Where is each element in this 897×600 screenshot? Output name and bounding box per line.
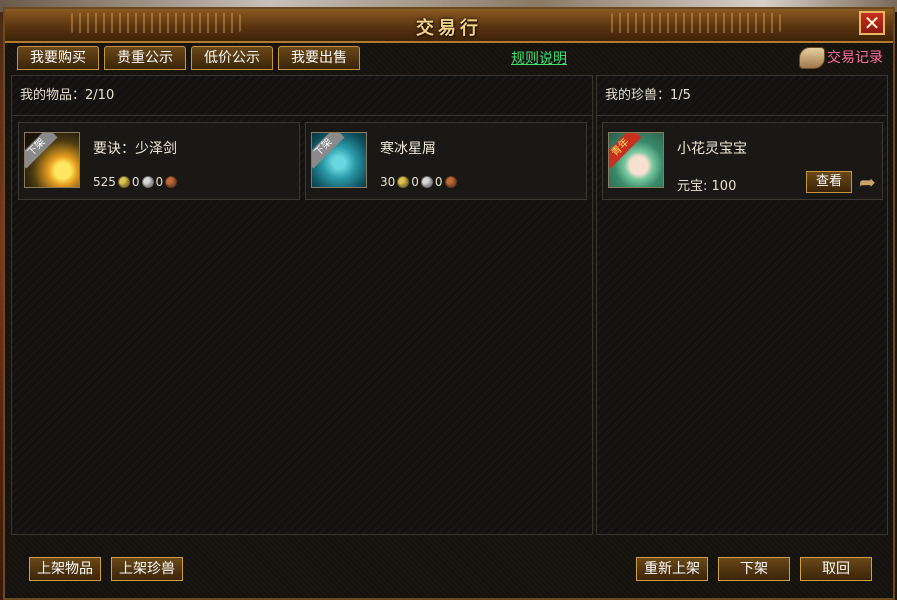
silver-coin-icon <box>420 176 433 188</box>
tab-buy[interactable]: 我要购买 <box>17 46 99 70</box>
rules-link[interactable]: 规则说明 <box>511 48 567 68</box>
pet-avatar-icon: 青年 <box>608 132 664 188</box>
trade-window: 交易行 ✕ 我要购买 贵重公示 低价公示 我要出售 规则说明 交易记录 我的物品… <box>3 7 895 600</box>
my-items-label: 我的物品： <box>20 88 86 103</box>
tab-valuable-notice[interactable]: 贵重公示 <box>104 46 186 70</box>
copper-coin-icon <box>444 176 457 188</box>
gold-amount: 525 <box>93 175 116 189</box>
silver-amount: 0 <box>411 175 419 189</box>
pet-price-value: 100 <box>711 179 737 194</box>
copper-amount: 0 <box>155 175 164 189</box>
item-price: 30 0 0 <box>380 175 459 189</box>
window-title: 交易行 <box>416 18 482 39</box>
my-pets-panel: 我的珍兽：1/5 青年 小花灵宝宝 元宝: 100 查看 ➦ <box>596 75 888 535</box>
my-items-header: 我的物品：2/10 <box>12 76 592 116</box>
title-bar[interactable]: 交易行 ✕ <box>5 9 893 43</box>
relist-button[interactable]: 重新上架 <box>636 557 708 581</box>
tab-lowprice-notice[interactable]: 低价公示 <box>191 46 273 70</box>
gold-coin-icon <box>397 176 410 188</box>
view-pet-button[interactable]: 查看 <box>806 171 852 193</box>
item-name: 要诀：少泽剑 <box>93 141 177 157</box>
my-pets-count: 1/5 <box>670 88 691 103</box>
list-item-button[interactable]: 上架物品 <box>29 557 101 581</box>
close-button[interactable]: ✕ <box>859 11 885 35</box>
pet-name: 小花灵宝宝 <box>677 141 747 157</box>
item-card[interactable]: 下架 寒冰星屑 30 0 0 <box>305 122 587 200</box>
trade-records-link[interactable]: 交易记录 <box>799 46 883 70</box>
pet-price-label: 元宝: <box>677 179 708 194</box>
silver-coin-icon <box>141 176 154 188</box>
silver-amount: 0 <box>131 175 140 189</box>
delist-badge: 下架 <box>25 133 58 169</box>
my-items-panel: 我的物品：2/10 下架 要诀：少泽剑 525 0 0 下架 寒冰星屑 30 0… <box>11 75 593 535</box>
share-arrow-icon[interactable]: ➦ <box>859 171 883 193</box>
my-pets-label: 我的珍兽： <box>605 88 671 103</box>
gold-amount: 30 <box>380 175 396 189</box>
item-name: 寒冰星屑 <box>380 141 436 157</box>
tab-sell[interactable]: 我要出售 <box>278 46 360 70</box>
close-icon: ✕ <box>863 11 881 35</box>
my-items-count: 2/10 <box>85 88 115 103</box>
trade-records-label: 交易记录 <box>827 50 883 66</box>
retrieve-button[interactable]: 取回 <box>800 557 872 581</box>
delist-badge: 下架 <box>312 133 345 169</box>
pet-age-badge: 青年 <box>609 133 642 169</box>
sword-skill-icon: 下架 <box>24 132 80 188</box>
item-card[interactable]: 下架 要诀：少泽剑 525 0 0 <box>18 122 300 200</box>
copper-amount: 0 <box>434 175 443 189</box>
item-price: 525 0 0 <box>93 175 179 189</box>
pet-price: 元宝: 100 <box>677 175 736 194</box>
pet-card[interactable]: 青年 小花灵宝宝 元宝: 100 查看 ➦ <box>602 122 883 200</box>
scroll-icon <box>799 47 825 69</box>
delist-button[interactable]: 下架 <box>718 557 790 581</box>
list-pet-button[interactable]: 上架珍兽 <box>111 557 183 581</box>
gold-coin-icon <box>117 176 130 188</box>
ice-stardust-icon: 下架 <box>311 132 367 188</box>
copper-coin-icon <box>165 176 178 188</box>
my-pets-header: 我的珍兽：1/5 <box>597 76 887 116</box>
